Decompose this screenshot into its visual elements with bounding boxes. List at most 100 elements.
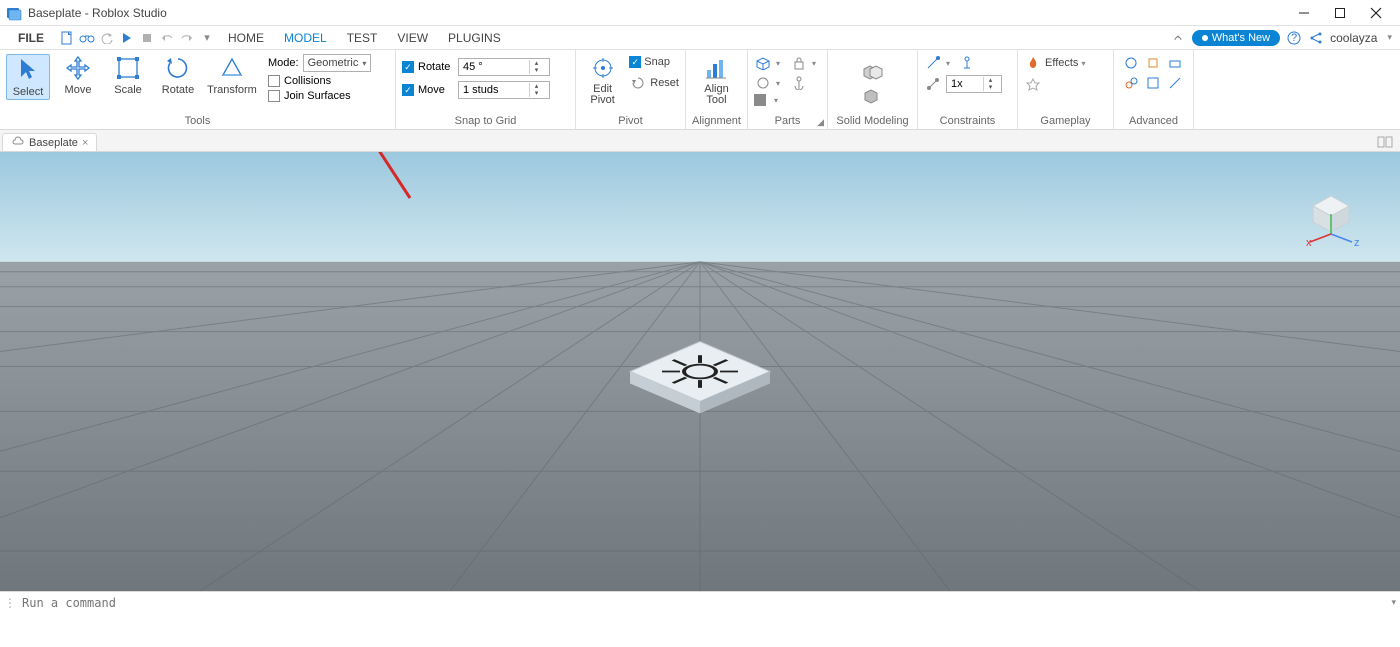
constraint-details-icon[interactable] — [958, 54, 976, 72]
group-label-constraints: Constraints — [924, 114, 1011, 129]
move-tool[interactable]: Move — [56, 54, 100, 96]
redo-icon[interactable] — [178, 29, 196, 47]
command-bar[interactable]: ⋮ ▾ — [0, 591, 1400, 613]
dropdown-icon[interactable]: ▾ — [774, 96, 778, 105]
snap-rotate-input[interactable] — [459, 61, 529, 73]
align-tool-button[interactable]: Align Tool — [692, 54, 741, 106]
constraint-create-icon[interactable] — [924, 54, 942, 72]
snap-move-spinner[interactable]: ▴▾ — [458, 81, 550, 99]
group-label-tools: Tools — [6, 114, 389, 129]
tab-home[interactable]: HOME — [218, 28, 274, 48]
cloud-sync-icon[interactable] — [1170, 30, 1186, 46]
constraint-scale-input[interactable] — [947, 78, 983, 90]
adv-icon-3[interactable] — [1166, 54, 1184, 72]
collisions-checkbox[interactable] — [268, 75, 280, 87]
rotate-tool[interactable]: Rotate — [156, 54, 200, 96]
grip-icon[interactable]: ⋮ — [4, 596, 16, 610]
stop-icon[interactable] — [138, 29, 156, 47]
dropdown-icon[interactable]: ▾ — [946, 59, 950, 68]
help-icon[interactable]: ? — [1286, 30, 1302, 46]
username-label[interactable]: coolayza — [1330, 31, 1377, 45]
whats-new-button[interactable]: What's New — [1192, 30, 1280, 46]
play-icon[interactable] — [118, 29, 136, 47]
share-icon[interactable] — [1308, 30, 1324, 46]
scale-tool[interactable]: Scale — [106, 54, 150, 96]
dropdown-icon[interactable]: ▾ — [1081, 59, 1085, 68]
qat-dropdown-icon[interactable]: ▾ — [198, 29, 216, 47]
spawn-button[interactable] — [1024, 76, 1085, 94]
spin-down-icon[interactable]: ▾ — [530, 90, 543, 97]
close-tab-icon[interactable]: × — [82, 137, 88, 149]
spin-down-icon[interactable]: ▾ — [530, 67, 543, 74]
transform-label: Transform — [207, 84, 257, 96]
orientation-gizmo[interactable]: x z — [1296, 182, 1366, 255]
adv-icon-2[interactable] — [1144, 54, 1162, 72]
file-menu[interactable]: FILE — [8, 28, 54, 48]
spin-up-icon[interactable]: ▴ — [984, 77, 997, 84]
blank-footer — [0, 613, 1400, 647]
weld-icon[interactable] — [924, 75, 942, 93]
transform-tool[interactable]: Transform — [206, 54, 258, 96]
tab-test[interactable]: TEST — [337, 28, 388, 48]
command-dropdown-icon[interactable]: ▾ — [1391, 597, 1396, 608]
join-surfaces-checkbox[interactable] — [268, 90, 280, 102]
collisions-label: Collisions — [284, 75, 331, 87]
constraint-scale-spinner[interactable]: ▴▾ — [946, 75, 1002, 93]
window-title: Baseplate - Roblox Studio — [28, 6, 167, 20]
effects-button[interactable]: Effects ▾ — [1024, 54, 1085, 72]
join-surfaces-label: Join Surfaces — [284, 90, 351, 102]
adv-icon-4[interactable] — [1122, 74, 1140, 92]
user-dropdown-icon[interactable]: ▾ — [1387, 32, 1392, 43]
spin-down-icon[interactable]: ▾ — [984, 84, 997, 91]
close-button[interactable] — [1358, 0, 1394, 26]
panels-icon[interactable] — [1374, 133, 1396, 151]
snap-move-checkbox[interactable]: ✓ — [402, 84, 414, 96]
mode-dropdown[interactable]: Geometric▾ — [303, 54, 372, 72]
maximize-button[interactable] — [1322, 0, 1358, 26]
spin-up-icon[interactable]: ▴ — [530, 83, 543, 90]
lock-icon[interactable] — [790, 54, 808, 72]
material-icon[interactable] — [754, 74, 772, 92]
snap-pivot-button[interactable]: ✓ Snap — [629, 56, 679, 68]
group-launcher-icon[interactable]: ◢ — [817, 117, 824, 128]
anchor-icon[interactable] — [790, 74, 808, 92]
tab-view[interactable]: VIEW — [387, 28, 438, 48]
viewport-3d[interactable]: x z — [0, 152, 1400, 591]
snap-rotate-spinner[interactable]: ▴▾ — [458, 58, 550, 76]
edit-pivot-button[interactable]: Edit Pivot — [582, 54, 623, 106]
snap-pivot-checkbox[interactable]: ✓ — [629, 56, 641, 68]
adv-icon-1[interactable] — [1122, 54, 1140, 72]
dropdown-icon[interactable]: ▾ — [776, 79, 780, 88]
select-tool[interactable]: Select — [6, 54, 50, 100]
adv-icon-6[interactable] — [1166, 74, 1184, 92]
group-label-solid: Solid Modeling — [834, 114, 911, 129]
dropdown-icon[interactable]: ▾ — [812, 59, 816, 68]
undo-icon[interactable] — [98, 29, 116, 47]
negate-icon[interactable] — [861, 86, 885, 106]
part-icon[interactable] — [754, 54, 772, 72]
union-icon[interactable] — [861, 62, 885, 82]
app-icon — [6, 5, 22, 21]
undo2-icon[interactable] — [158, 29, 176, 47]
tab-plugins[interactable]: PLUGINS — [438, 28, 511, 48]
spin-up-icon[interactable]: ▴ — [530, 60, 543, 67]
group-label-snap: Snap to Grid — [402, 114, 569, 129]
command-input[interactable] — [22, 596, 1391, 610]
document-tab-baseplate[interactable]: Baseplate × — [2, 133, 97, 151]
minimize-button[interactable] — [1286, 0, 1322, 26]
new-place-icon[interactable] — [58, 29, 76, 47]
snap-rotate-label: Rotate — [418, 61, 454, 73]
color-chip[interactable] — [754, 94, 766, 106]
svg-text:x: x — [1306, 237, 1312, 249]
group-label-alignment: Alignment — [692, 114, 741, 129]
adv-icon-5[interactable] — [1144, 74, 1162, 92]
tab-model[interactable]: MODEL — [274, 28, 337, 48]
binoculars-icon[interactable] — [78, 29, 96, 47]
dropdown-icon[interactable]: ▾ — [776, 59, 780, 68]
reset-pivot-button[interactable]: Reset — [629, 74, 679, 92]
effects-label: Effects — [1045, 57, 1078, 69]
snap-pivot-label: Snap — [644, 56, 670, 68]
snap-rotate-checkbox[interactable]: ✓ — [402, 61, 414, 73]
snap-move-input[interactable] — [459, 84, 529, 96]
document-tabs: Baseplate × — [0, 130, 1400, 152]
